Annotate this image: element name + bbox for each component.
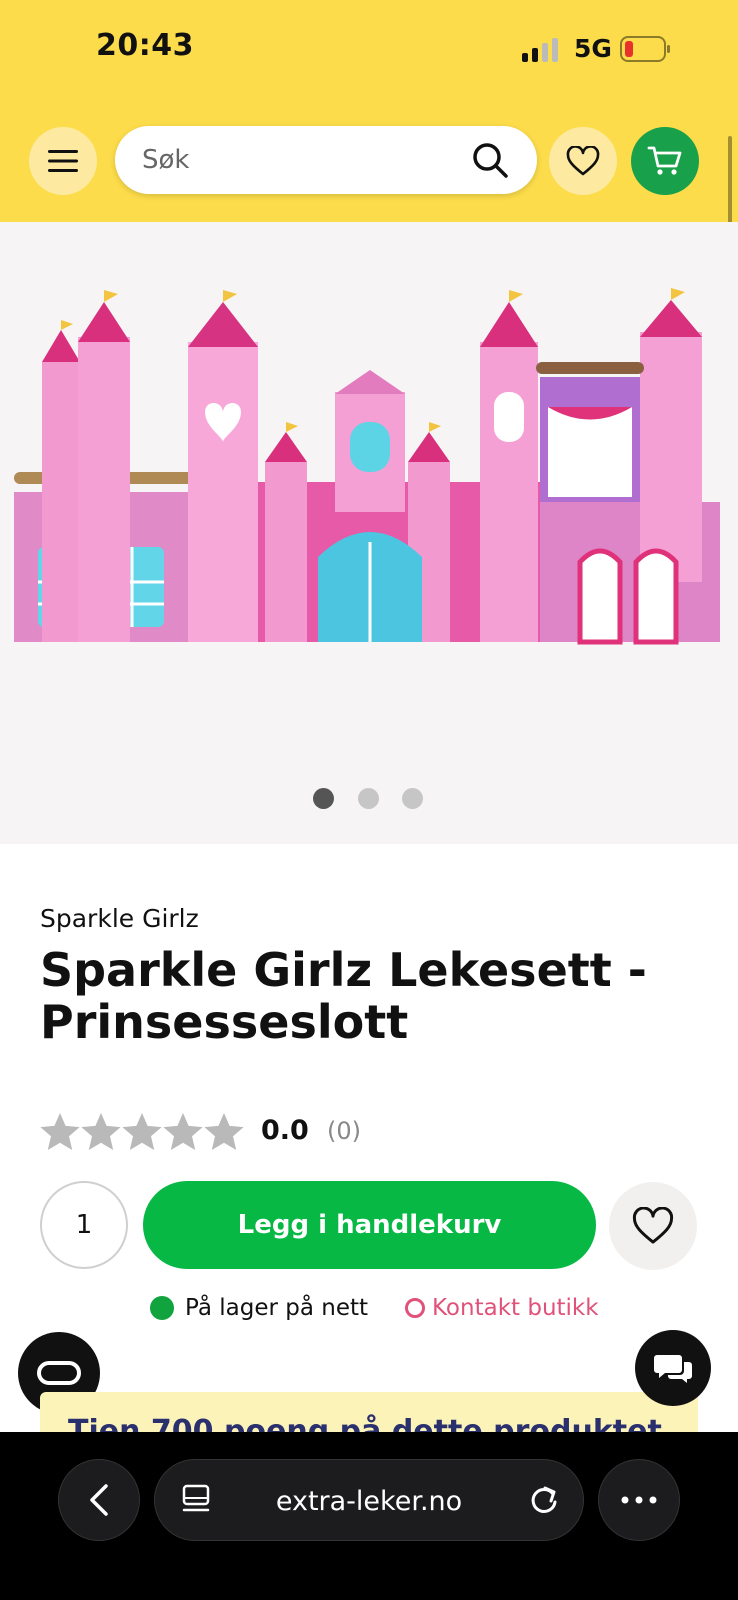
network-type: 5G: [574, 34, 612, 63]
cellular-signal-icon: [522, 38, 562, 62]
battery-low-icon: [620, 36, 670, 62]
rating-stars[interactable]: [40, 1111, 246, 1155]
product-image: [14, 288, 720, 645]
product-brand[interactable]: Sparkle Girlz: [40, 904, 199, 933]
gallery-pagination[interactable]: [313, 788, 423, 810]
address-bar[interactable]: extra-leker.no: [154, 1459, 584, 1541]
quantity-input[interactable]: 1: [40, 1181, 128, 1269]
heart-icon: [632, 1207, 674, 1244]
browser-more-button[interactable]: [598, 1459, 680, 1541]
store-stock-status[interactable]: Kontakt butikk: [405, 1293, 599, 1323]
add-to-cart-button[interactable]: Legg i handlekurv: [143, 1181, 596, 1269]
online-stock-label: På lager på nett: [185, 1295, 369, 1321]
cart-button[interactable]: [631, 127, 699, 195]
add-to-wishlist-button[interactable]: [609, 1182, 697, 1270]
chevron-left-icon: [90, 1484, 108, 1516]
gallery-dot-3[interactable]: [402, 788, 423, 809]
product-image-gallery[interactable]: [0, 222, 738, 844]
menu-button[interactable]: [29, 127, 97, 195]
shopping-cart-icon: [647, 146, 682, 175]
search-input[interactable]: Søk: [115, 126, 537, 194]
chat-button[interactable]: [635, 1330, 711, 1406]
reload-icon[interactable]: [527, 1482, 561, 1518]
status-time: 20:43: [96, 28, 194, 63]
gallery-dot-2[interactable]: [358, 788, 379, 809]
more-dots-icon: [621, 1496, 657, 1504]
browser-toolbar: extra-leker.no: [0, 1432, 738, 1600]
address-bar-url[interactable]: extra-leker.no: [155, 1486, 583, 1517]
product-title: Sparkle Girlz Lekesett - Prinsesseslott: [40, 943, 647, 1049]
search-icon[interactable]: [471, 141, 509, 179]
heart-icon: [566, 146, 600, 176]
app-header: 20:43 5G Søk: [0, 0, 738, 222]
promo-text: Tjen 700 poeng på dette produktet: [68, 1414, 662, 1432]
chat-bubbles-icon: [654, 1355, 692, 1383]
gallery-dot-1[interactable]: [313, 788, 334, 809]
store-status-ring-icon: [405, 1298, 425, 1318]
in-stock-dot-icon: [150, 1296, 174, 1320]
online-stock-status: På lager på nett: [150, 1293, 368, 1323]
rating-value: 0.0: [261, 1115, 309, 1146]
infinity-loop-icon: [37, 1361, 81, 1385]
search-placeholder: Søk: [142, 145, 190, 175]
star-icon: [40, 1113, 244, 1150]
hamburger-menu-icon: [48, 150, 78, 172]
store-stock-label[interactable]: Kontakt butikk: [432, 1295, 599, 1321]
browser-back-button[interactable]: [58, 1459, 140, 1541]
review-count[interactable]: (0): [327, 1117, 361, 1145]
points-promo-banner: Tjen 700 poeng på dette produktet: [40, 1392, 698, 1432]
wishlist-button[interactable]: [549, 127, 617, 195]
